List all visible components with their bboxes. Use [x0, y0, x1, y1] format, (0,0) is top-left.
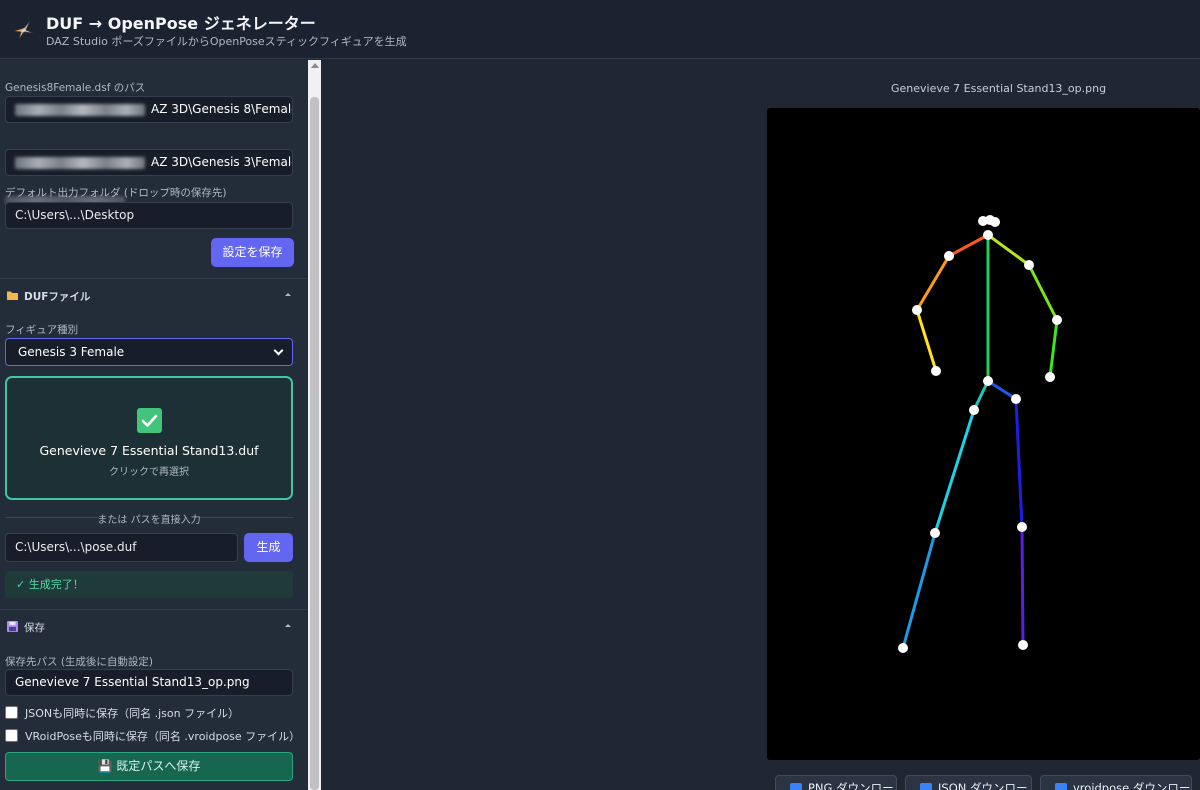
figure-type-select[interactable]: Genesis 3 Female — [5, 338, 293, 366]
figure-type-selected: Genesis 3 Female — [18, 345, 125, 359]
limb-left-forearm — [1048, 319, 1059, 378]
redacted-path-segment — [15, 156, 145, 169]
limb-right-shin — [901, 532, 937, 649]
joint-left-knee — [1017, 522, 1027, 532]
save-path-input[interactable]: Genevieve 7 Essential Stand13_op.png — [5, 669, 293, 696]
joint-left-elbow — [1052, 315, 1062, 325]
limb-left-shin — [1020, 526, 1025, 646]
json-download-label: JSON ダウンロード — [938, 781, 1032, 790]
vroidpose-download-button[interactable]: vroidpose ダウンロード — [1040, 775, 1192, 790]
save-section-header[interactable]: 保存 — [0, 609, 308, 642]
joint-head-3 — [990, 217, 1000, 227]
scroll-up-arrow-icon[interactable] — [311, 63, 319, 68]
app-title: DUF → OpenPose ジェネレーター — [46, 14, 316, 33]
settings-sidebar: Genesis8Female.dsf のパス AZ 3D\Genesis 8\F… — [0, 60, 308, 790]
check-icon — [137, 408, 162, 433]
limb-left-thigh — [1014, 398, 1024, 528]
joint-right-wrist — [931, 366, 941, 376]
redacted-path-segment — [15, 103, 145, 116]
output-folder-input[interactable]: C:\Users\...\Desktop — [5, 202, 293, 229]
joint-right-hip — [969, 405, 979, 415]
preview-image-title: Genevieve 7 Essential Stand13_op.png — [891, 82, 1107, 95]
limb-right-upper-arm — [915, 255, 951, 311]
openpose-stick-figure — [898, 215, 1062, 653]
g8-path-input[interactable]: AZ 3D\Genesis 8\Female\C — [5, 96, 293, 123]
g3-path-input[interactable]: AZ 3D\Genesis 3\Female\C — [5, 149, 293, 176]
vroid-save-label: VRoidPoseも同時に保存（同名 .vroidpose ファイル） — [25, 730, 301, 743]
limb-neck-right-shoulder — [948, 233, 989, 258]
floppy-disk-icon — [7, 621, 18, 636]
figure-logo-icon — [13, 20, 34, 40]
app-subtitle: DAZ Studio ポーズファイルからOpenPoseスティックフィギュアを生… — [46, 35, 407, 48]
divider-text: または パスを直接入力 — [97, 515, 201, 526]
app-header: DUF → OpenPose ジェネレーター DAZ Studio ポーズファイ… — [0, 0, 1200, 59]
scrollbar-thumb[interactable] — [310, 97, 319, 790]
divider-line-right — [200, 517, 293, 518]
download-icon — [790, 782, 802, 790]
output-folder-label: デフォルト出力フォルダ (ドロップ時の保存先) — [5, 187, 227, 199]
save-section-title: 保存 — [24, 622, 45, 634]
png-download-button[interactable]: PNG ダウンロード — [775, 775, 897, 790]
duf-path-input[interactable]: C:\Users\...\pose.duf — [5, 533, 238, 562]
figure-type-label: フィギュア種別 — [5, 324, 79, 336]
folder-icon — [7, 290, 18, 304]
vroid-save-checkbox[interactable] — [5, 729, 18, 742]
joint-left-hip — [1011, 394, 1021, 404]
generate-button[interactable]: 生成 — [244, 533, 293, 562]
joint-left-shoulder — [1024, 260, 1034, 270]
sidebar-scrollbar[interactable] — [308, 60, 321, 790]
limb-right-forearm — [915, 309, 938, 372]
save-to-default-button[interactable]: 💾 既定パスへ保存 — [5, 752, 293, 781]
joint-right-ankle — [898, 643, 908, 653]
vroidpose-download-label: vroidpose ダウンロード — [1073, 781, 1192, 790]
status-message: ✓ 生成完了！ — [5, 571, 293, 598]
duf-section-title: DUFファイル — [24, 291, 91, 303]
g3-path-text: AZ 3D\Genesis 3\Female\C — [151, 155, 292, 169]
json-download-button[interactable]: JSON ダウンロード — [905, 775, 1032, 790]
download-icon — [1055, 782, 1067, 790]
joint-pelvis — [983, 376, 993, 386]
limb-neck-left-shoulder — [987, 233, 1030, 267]
openpose-preview-image — [767, 108, 1200, 760]
json-save-label: JSONも同時に保存（同名 .json ファイル） — [25, 707, 240, 720]
g8-path-text: AZ 3D\Genesis 8\Female\C — [151, 102, 292, 116]
limb-right-thigh — [933, 409, 976, 534]
joint-neck — [983, 230, 993, 240]
joint-left-ankle — [1018, 640, 1028, 650]
joint-left-wrist — [1045, 372, 1055, 382]
drop-zone-filename: Genevieve 7 Essential Stand13.duf — [39, 443, 259, 458]
chevron-down-icon — [273, 345, 284, 356]
joint-right-knee — [930, 528, 940, 538]
save-path-label: 保存先パス (生成後に自動設定) — [5, 656, 154, 668]
download-icon — [920, 782, 932, 790]
joint-right-elbow — [912, 305, 922, 315]
png-download-label: PNG ダウンロード — [808, 781, 897, 790]
joint-right-shoulder — [944, 251, 954, 261]
save-settings-button[interactable]: 設定を保存 — [211, 238, 294, 267]
g8-path-label: Genesis8Female.dsf のパス — [5, 82, 146, 94]
collapse-caret-icon[interactable] — [285, 624, 291, 627]
limb-left-upper-arm — [1027, 264, 1059, 321]
json-save-checkbox[interactable] — [5, 706, 18, 719]
drop-zone-hint: クリックで再選択 — [109, 467, 189, 478]
duf-section-header[interactable]: DUFファイル — [0, 278, 308, 311]
duf-drop-zone[interactable]: Genevieve 7 Essential Stand13.duf クリックで再… — [5, 376, 293, 500]
collapse-caret-icon[interactable] — [285, 293, 291, 296]
